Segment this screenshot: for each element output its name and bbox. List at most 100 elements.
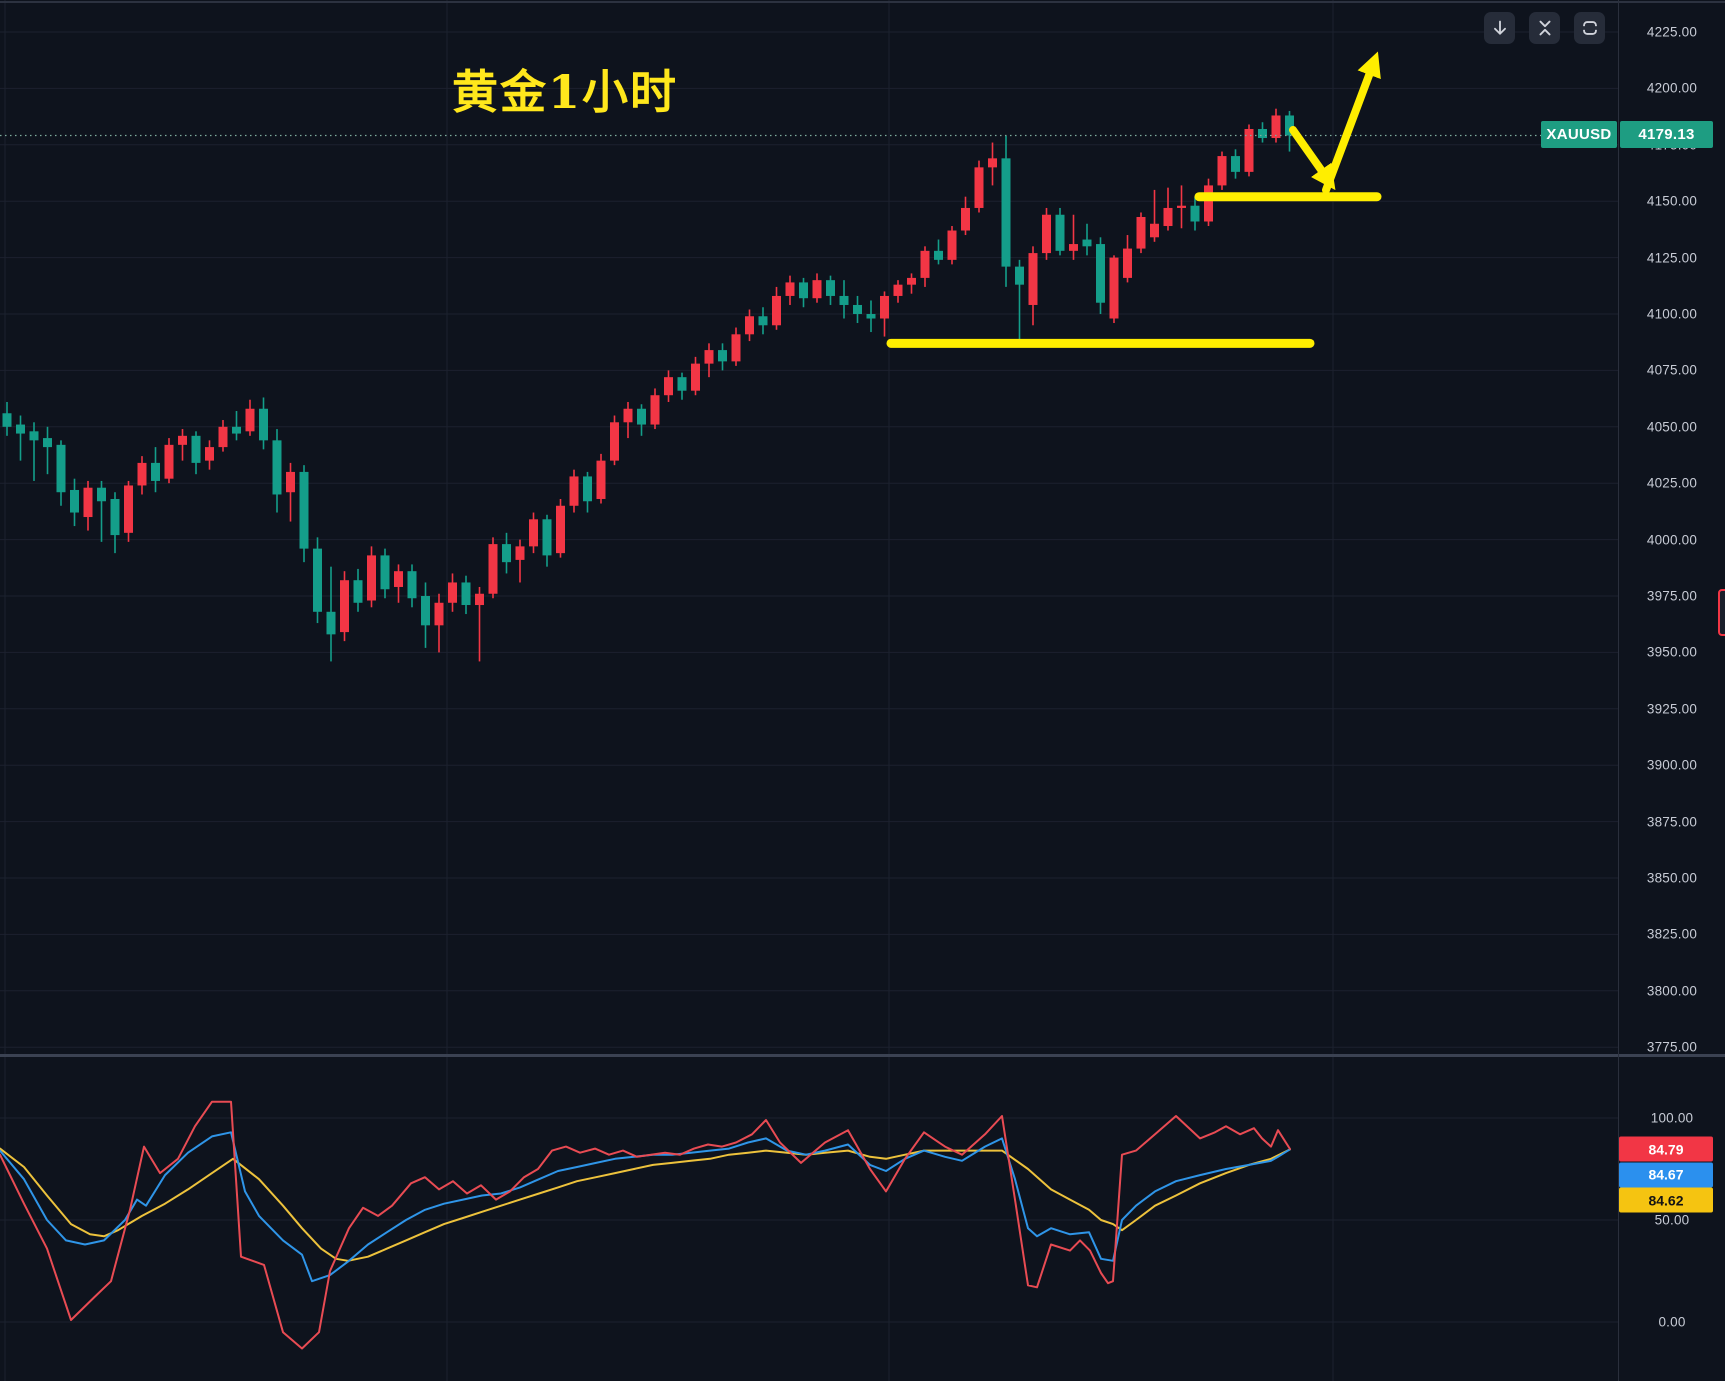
candle-body xyxy=(502,544,511,562)
candle-body xyxy=(732,334,741,361)
candle-body xyxy=(867,314,876,319)
clipped-edge-element xyxy=(1718,589,1725,636)
pane-top-border xyxy=(0,1,1725,3)
candle-body xyxy=(1164,208,1173,226)
candle-body xyxy=(408,571,417,598)
candle-body xyxy=(259,409,268,441)
candle-body xyxy=(340,580,349,632)
price-axis-label: 4225.00 xyxy=(1619,25,1725,40)
candle-body xyxy=(1056,215,1065,251)
price-axis-label: 4050.00 xyxy=(1619,419,1725,434)
price-axis-label: 4075.00 xyxy=(1619,363,1725,378)
move-pane-down-button[interactable] xyxy=(1484,12,1515,44)
candle-body xyxy=(124,485,133,532)
trading-chart-window: 黄金1小时 422 xyxy=(0,0,1725,1381)
candle-body xyxy=(354,580,363,603)
price-axis-label: 4200.00 xyxy=(1619,81,1725,96)
candle-body xyxy=(1191,206,1200,222)
candle-body xyxy=(165,445,174,479)
kdj-value-tag-d: 84.62 xyxy=(1619,1188,1713,1213)
candle-body xyxy=(745,316,754,334)
candle-body xyxy=(16,425,25,434)
candle-body xyxy=(394,571,403,587)
candle-body xyxy=(813,280,822,298)
candle-body xyxy=(1029,253,1038,305)
candle-body xyxy=(1272,115,1281,138)
price-axis-label: 4125.00 xyxy=(1619,250,1725,265)
kdj-line-d xyxy=(0,1149,1290,1261)
arrow-down-icon xyxy=(1489,17,1511,39)
candle-body xyxy=(30,431,39,440)
candle-body xyxy=(556,506,565,553)
candle-body xyxy=(678,377,687,391)
candle-body xyxy=(516,546,525,560)
candle-body xyxy=(273,440,282,494)
candle-body xyxy=(367,555,376,600)
price-axis-label: 3950.00 xyxy=(1619,645,1725,660)
candle-body xyxy=(759,316,768,325)
candle-body xyxy=(57,445,66,492)
price-axis-label: 3875.00 xyxy=(1619,814,1725,829)
candle-body xyxy=(907,278,916,285)
candle-body xyxy=(988,158,997,167)
candle-body xyxy=(1177,206,1186,208)
collapse-pane-button[interactable] xyxy=(1529,12,1560,44)
chart-canvas[interactable] xyxy=(0,0,1725,1381)
candle-body xyxy=(691,364,700,391)
price-axis-label: 4025.00 xyxy=(1619,476,1725,491)
maximize-pane-button[interactable] xyxy=(1574,12,1605,44)
candle-body xyxy=(462,582,471,605)
candle-body xyxy=(489,544,498,594)
maximize-frame-icon xyxy=(1579,17,1601,39)
candle-body xyxy=(786,282,795,296)
pane-separator[interactable] xyxy=(0,1054,1725,1057)
candle-body xyxy=(205,447,214,461)
candle-body xyxy=(570,476,579,505)
candle-body xyxy=(772,296,781,325)
candle-body xyxy=(637,409,646,425)
candle-body xyxy=(313,549,322,612)
candle-body xyxy=(151,463,160,481)
kdj-value-tag-k: 84.67 xyxy=(1619,1162,1713,1187)
candle-body xyxy=(840,296,849,305)
candle-body xyxy=(435,603,444,626)
candle-body xyxy=(138,463,147,486)
candle-body xyxy=(1137,217,1146,249)
candle-body xyxy=(610,422,619,460)
price-axis-label: 3925.00 xyxy=(1619,701,1725,716)
candle-body xyxy=(286,472,295,492)
indicator-axis-label: 0.00 xyxy=(1619,1315,1725,1330)
candle-body xyxy=(543,519,552,555)
drawings-layer xyxy=(891,62,1377,343)
candle-body xyxy=(1069,244,1078,251)
candles-layer xyxy=(3,109,1295,662)
candle-body xyxy=(1083,240,1092,247)
chart-annotation-title: 黄金1小时 xyxy=(452,64,678,120)
kdj-value-tag-j: 84.79 xyxy=(1619,1137,1713,1162)
candle-body xyxy=(178,436,187,445)
kdj-layer xyxy=(0,1102,1290,1349)
candle-body xyxy=(853,305,862,314)
candle-body xyxy=(327,612,336,635)
candle-body xyxy=(880,296,889,319)
candle-body xyxy=(111,499,120,535)
price-axis-label: 4000.00 xyxy=(1619,532,1725,547)
candle-body xyxy=(826,280,835,296)
arrow-down[interactable] xyxy=(1293,130,1329,181)
candle-body xyxy=(529,519,538,546)
candle-body xyxy=(232,427,241,434)
candle-body xyxy=(1218,156,1227,185)
candle-body xyxy=(705,350,714,364)
candle-body xyxy=(664,377,673,395)
candle-body xyxy=(70,490,79,513)
candle-body xyxy=(799,282,808,298)
candle-body xyxy=(381,555,390,589)
candle-body xyxy=(192,436,201,463)
symbol-price-tag: XAUUSD xyxy=(1541,121,1617,148)
candle-body xyxy=(624,409,633,423)
indicator-axis-label: 50.00 xyxy=(1619,1213,1725,1228)
candle-body xyxy=(3,413,12,427)
candle-body xyxy=(97,488,106,502)
candle-body xyxy=(1015,267,1024,285)
candle-body xyxy=(1150,224,1159,238)
